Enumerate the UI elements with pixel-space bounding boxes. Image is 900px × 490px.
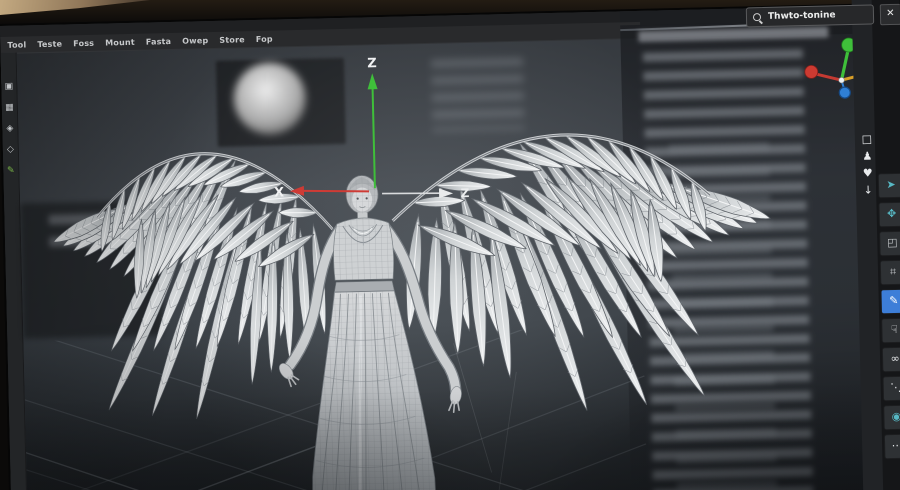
diamond-icon[interactable]: ◇ <box>7 144 14 156</box>
snap-grid-button[interactable]: ⌗ <box>879 259 900 286</box>
move-tool-button[interactable]: ✥ <box>878 201 900 228</box>
menu-item[interactable]: Fop <box>256 34 273 43</box>
down-arrow-icon[interactable]: ↓ <box>863 183 873 196</box>
layers-icon[interactable]: ▣ <box>5 81 14 93</box>
monitor-photo: ToolTesteFossMountFastaOwepStoreFop ✎ Id… <box>0 0 900 490</box>
link-chain-button[interactable]: ∞ <box>881 346 900 373</box>
belt <box>334 280 395 293</box>
menu-item[interactable]: Foss <box>73 38 94 47</box>
heart-icon[interactable]: ♥ <box>863 166 873 179</box>
paint-tool-button[interactable]: ✎ <box>880 288 900 315</box>
search-input[interactable] <box>765 8 868 23</box>
more-options-button[interactable]: ⋯ <box>883 433 900 460</box>
sphere-snap-button[interactable]: ◉ <box>883 404 900 431</box>
axis-left-label: X <box>274 185 284 200</box>
nav-ball-blue[interactable] <box>838 86 851 99</box>
menu-item[interactable]: Store <box>219 35 245 45</box>
menu-item[interactable]: Owep <box>182 36 208 46</box>
menu-item[interactable]: Tool <box>7 40 26 49</box>
person-icon[interactable]: ♟ <box>862 149 872 162</box>
app-window: ToolTesteFossMountFastaOwepStoreFop ✎ Id… <box>0 0 900 490</box>
select-arrow-button[interactable]: ➤ <box>877 172 900 199</box>
axis-up-label: Z <box>367 56 377 71</box>
edit-pen-icon[interactable]: ✎ <box>7 165 15 177</box>
dots-diagonal-button[interactable]: ⋱ <box>882 375 900 402</box>
close-button[interactable]: ✕ <box>879 3 900 26</box>
viewport-3d[interactable]: Z X Z <box>16 19 889 490</box>
scale-tool-button[interactable]: ◰ <box>879 230 900 257</box>
menu-item[interactable]: Teste <box>37 39 62 49</box>
menu-item[interactable]: Mount <box>105 37 135 47</box>
search-box[interactable] <box>745 4 875 28</box>
hand-tool-button[interactable]: ☟ <box>881 317 900 344</box>
axis-right-label: Z <box>461 186 470 200</box>
gizmo-icon[interactable]: ◈ <box>6 123 13 135</box>
nav-ball-red-left[interactable] <box>804 64 819 79</box>
square-icon[interactable]: □ <box>862 132 873 145</box>
grid-icon[interactable]: ▦ <box>5 102 14 114</box>
search-icon <box>752 13 762 22</box>
menu-item[interactable]: Fasta <box>146 36 172 46</box>
wireframe-angel-scene[interactable]: Z X Z <box>17 33 889 490</box>
